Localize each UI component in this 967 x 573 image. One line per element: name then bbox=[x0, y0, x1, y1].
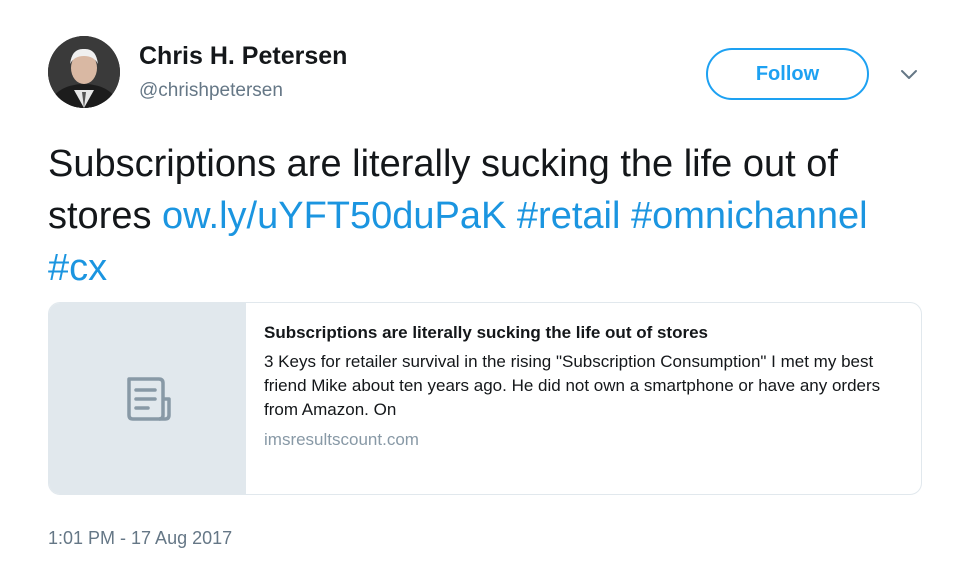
hashtag-retail[interactable]: #retail bbox=[517, 195, 621, 237]
chevron-down-icon[interactable] bbox=[898, 64, 920, 84]
link-preview-card[interactable]: Subscriptions are literally sucking the … bbox=[48, 302, 922, 495]
hashtag-cx[interactable]: #cx bbox=[48, 247, 107, 289]
card-description: 3 Keys for retailer survival in the risi… bbox=[264, 352, 881, 419]
tweet-timestamp[interactable]: 1:01 PM - 17 Aug 2017 bbox=[48, 528, 232, 549]
card-body: Subscriptions are literally sucking the … bbox=[246, 303, 921, 494]
profile-photo bbox=[48, 36, 120, 108]
tweet-text: Subscriptions are literally sucking the … bbox=[48, 138, 928, 294]
tweet-link[interactable]: ow.ly/uYFT50duPaK bbox=[162, 195, 506, 237]
follow-button[interactable]: Follow bbox=[706, 48, 869, 100]
hashtag-omnichannel[interactable]: #omnichannel bbox=[631, 195, 868, 237]
avatar[interactable] bbox=[48, 36, 120, 108]
author-handle[interactable]: @chrishpetersen bbox=[139, 80, 283, 102]
card-title: Subscriptions are literally sucking the … bbox=[264, 323, 708, 342]
card-domain: imsresultscount.com bbox=[264, 430, 419, 449]
card-thumbnail bbox=[49, 303, 246, 494]
author-name[interactable]: Chris H. Petersen bbox=[139, 42, 347, 71]
document-icon bbox=[127, 376, 171, 421]
